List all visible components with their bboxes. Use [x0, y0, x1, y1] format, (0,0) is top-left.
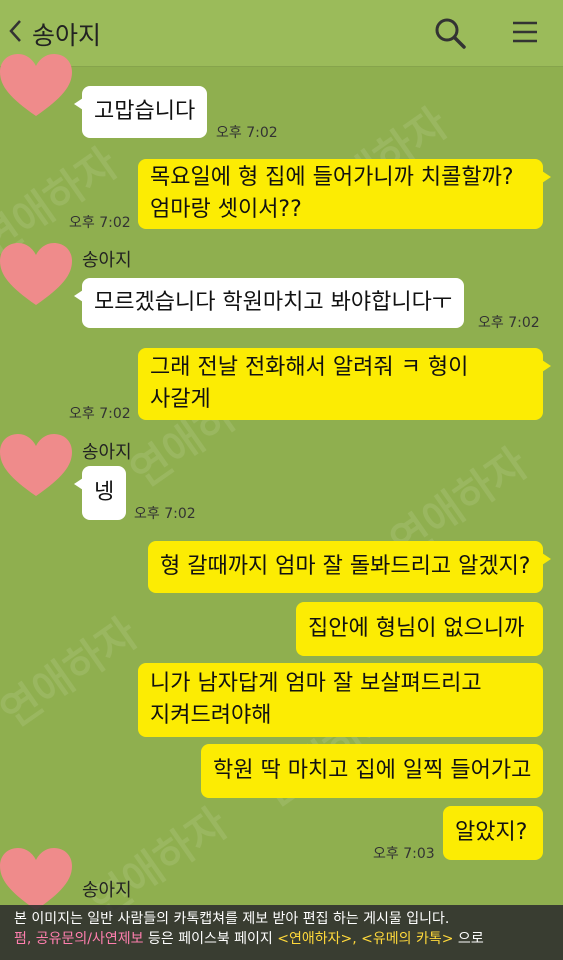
message-time: 오후 7:02: [69, 406, 131, 422]
message-bubble-outgoing: 알았지?: [443, 806, 543, 860]
message-bubble-outgoing: 목요일에 형 집에 들어가니까 치콜할까? 엄마랑 셋이서??: [138, 159, 551, 229]
avatar-heart-icon[interactable]: [0, 434, 72, 498]
sender-name: 송아지: [82, 442, 132, 463]
chat-title: 송아지: [32, 21, 102, 50]
footer-tail-text: 으로: [453, 931, 484, 947]
sender-name: 송아지: [82, 250, 132, 271]
message-line: 사갈게: [150, 387, 211, 412]
footer-line-1: 본 이미지는 일반 사람들의 카톡캡쳐를 제보 받아 편집 하는 게시물 입니다…: [14, 911, 450, 927]
footer-yellow-text: <연애하자>, <유메의 카톡>: [277, 931, 454, 947]
watermark-text: 연애하자: [0, 608, 147, 738]
message-bubble-incoming: 모르겠습니다 학원마치고 봐야합니다ㅜ: [73, 278, 465, 328]
message-time: 오후 7:02: [216, 125, 278, 141]
sender-name: 송아지: [82, 880, 132, 901]
message-time: 오후 7:02: [478, 315, 540, 331]
message-bubble-incoming: 고맙습니다: [73, 86, 208, 138]
footer-notice: 본 이미지는 일반 사람들의 카톡캡쳐를 제보 받아 편집 하는 게시물 입니다…: [0, 905, 563, 960]
footer-line-2: 펌, 공유문의/사연제보 등은 페이스북 페이지 <연애하자>, <유메의 카톡…: [14, 929, 549, 949]
message-time: 오후 7:02: [134, 506, 196, 522]
message-line: 그래 전날 전화해서 알려줘 ㅋ 형이: [150, 355, 469, 380]
message-line: 지켜드려야해: [150, 703, 272, 728]
message-bubble-outgoing: 학원 딱 마치고 집에 일찍 들어가고: [201, 744, 543, 798]
footer-pink-text: 펌, 공유문의/사연제보: [14, 931, 144, 947]
message-line: 엄마랑 셋이서??: [150, 197, 302, 222]
menu-icon[interactable]: [510, 17, 540, 47]
back-arrow-icon[interactable]: [8, 18, 24, 44]
message-bubble-outgoing: 니가 남자답게 엄마 잘 보살펴드리고 지켜드려야해: [138, 663, 543, 737]
chat-header: 송아지: [0, 0, 563, 67]
message-line: 니가 남자답게 엄마 잘 보살펴드리고: [150, 671, 482, 696]
avatar-heart-icon[interactable]: [0, 243, 72, 307]
message-bubble-incoming: 넹: [73, 466, 127, 520]
message-time: 오후 7:02: [69, 215, 131, 231]
avatar-heart-icon[interactable]: [0, 848, 72, 912]
search-icon[interactable]: [433, 16, 467, 50]
avatar-heart-icon[interactable]: [0, 54, 72, 118]
footer-mid-text: 등은 페이스북 페이지: [143, 931, 278, 947]
message-bubble-outgoing: 형 갈때까지 엄마 잘 돌봐드리고 알겠지?: [148, 541, 551, 593]
message-line: 목요일에 형 집에 들어가니까 치콜할까?: [150, 165, 514, 190]
message-bubble-outgoing: 집안에 형님이 없으니까: [296, 602, 543, 656]
message-time: 오후 7:03: [373, 846, 435, 862]
message-bubble-outgoing: 그래 전날 전화해서 알려줘 ㅋ 형이 사갈게: [138, 348, 551, 420]
